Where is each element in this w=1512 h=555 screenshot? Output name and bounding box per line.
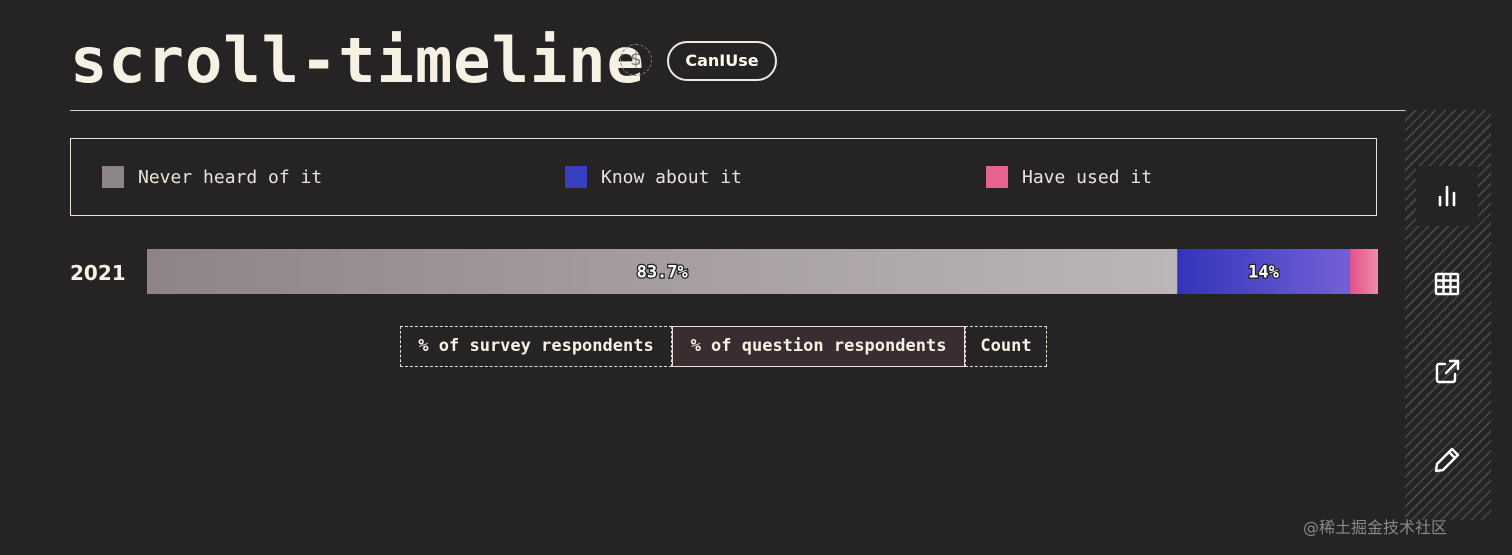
legend-swatch-have-used: [986, 166, 1008, 188]
external-link-icon: [1435, 359, 1460, 384]
legend-label-know-about: Know about it: [601, 166, 742, 188]
view-table-button[interactable]: [1416, 254, 1478, 314]
chart-sidebar: [1405, 110, 1491, 520]
bar-chart-icon: [1438, 185, 1456, 207]
legend-label-have-used: Have used it: [1022, 166, 1153, 188]
page-header: scroll-timeline $ CanIUse: [70, 24, 1491, 111]
row-label-2021: 2021: [70, 261, 126, 285]
watermark: @稀土掘金技术社区: [1303, 518, 1448, 537]
table-icon: [1434, 272, 1460, 296]
bar-segment-never-heard-label: 83.7%: [637, 263, 689, 283]
share-button[interactable]: [1416, 342, 1478, 402]
legend-label-never-heard: Never heard of it: [138, 166, 323, 188]
dollar-icon[interactable]: $: [620, 44, 652, 76]
stacked-bar-chart: 83.7% 14%: [147, 249, 1378, 294]
bar-segment-have-used[interactable]: [1349, 249, 1378, 294]
toggle-survey-respondents[interactable]: % of survey respondents: [400, 326, 672, 367]
legend-swatch-know-about: [565, 166, 587, 188]
caniuse-button[interactable]: CanIUse: [667, 41, 777, 81]
toggle-question-respondents[interactable]: % of question respondents: [672, 326, 965, 367]
legend-item-have-used[interactable]: Have used it: [986, 166, 1152, 188]
legend-swatch-never-heard: [102, 166, 124, 188]
chart-legend: Never heard of it Know about it Have use…: [70, 138, 1377, 216]
edit-icon: [1434, 447, 1460, 473]
view-chart-button[interactable]: [1416, 166, 1478, 226]
toggle-count[interactable]: Count: [965, 326, 1047, 367]
legend-item-know-about[interactable]: Know about it: [565, 166, 742, 188]
edit-button[interactable]: [1416, 430, 1478, 490]
legend-item-never-heard[interactable]: Never heard of it: [102, 166, 322, 188]
bar-segment-know-about-label: 14%: [1248, 263, 1279, 283]
page-title: scroll-timeline: [70, 24, 645, 97]
